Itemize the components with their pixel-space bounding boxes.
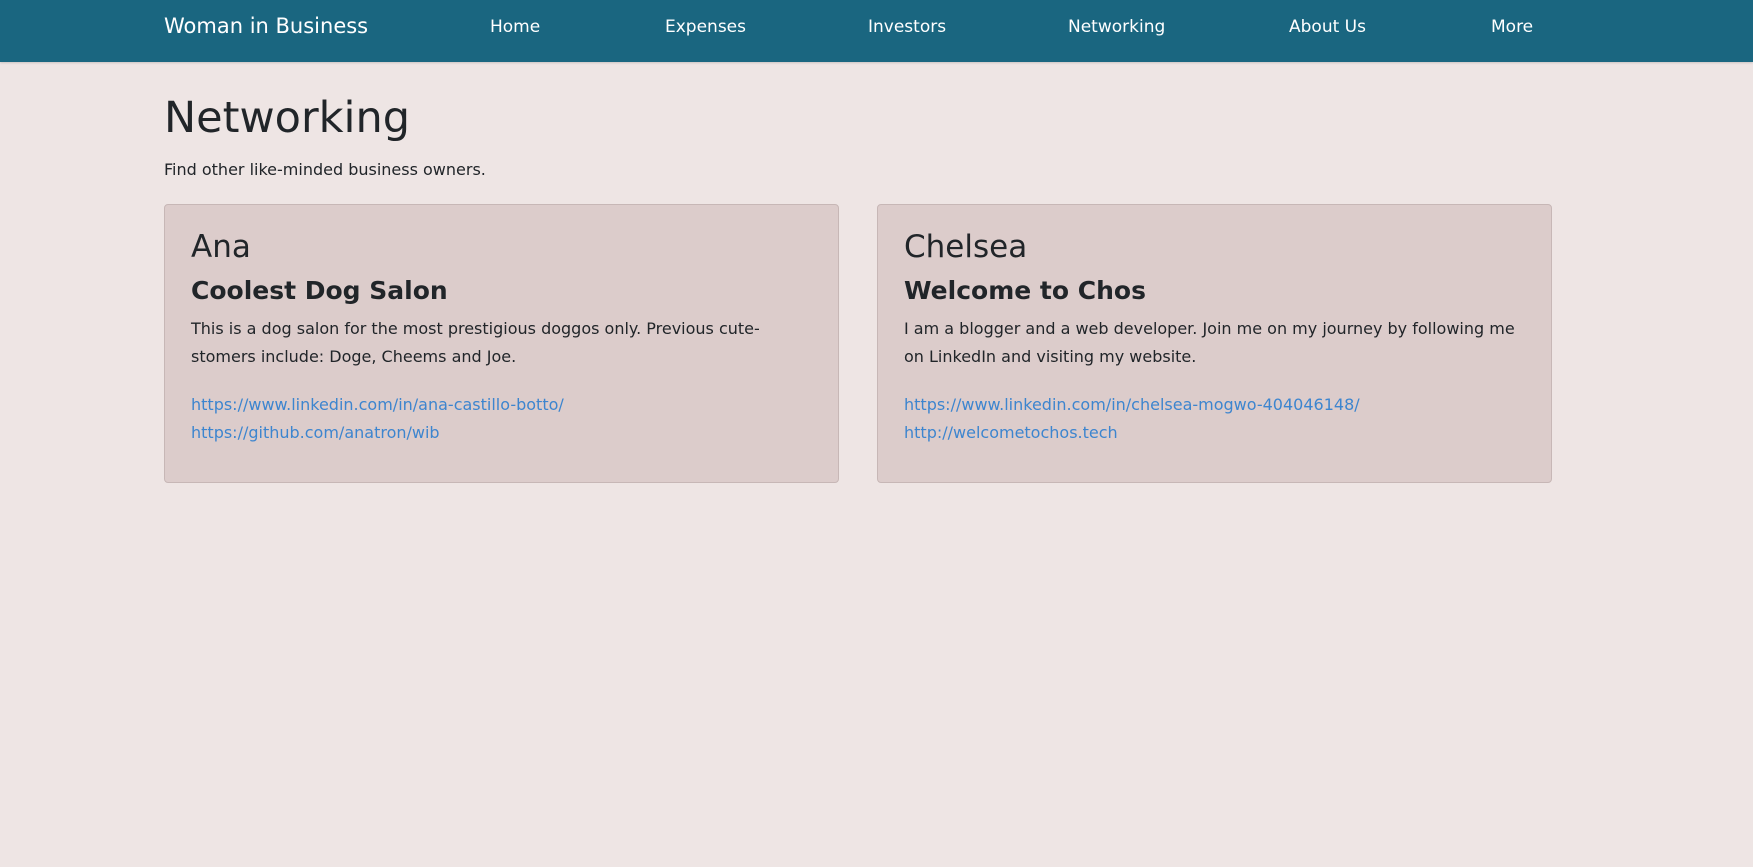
profile-card-chelsea: Chelsea Welcome to Chos I am a blogger a… (877, 204, 1552, 483)
page-subtitle: Find other like-minded business owners. (164, 160, 486, 179)
linkedin-link[interactable]: https://www.linkedin.com/in/ana-castillo… (191, 391, 812, 419)
nav-link-networking[interactable]: Networking (1068, 0, 1165, 54)
profile-card-ana: Ana Coolest Dog Salon This is a dog salo… (164, 204, 839, 483)
profile-links: https://www.linkedin.com/in/ana-castillo… (191, 391, 812, 447)
nav-link-home[interactable]: Home (490, 0, 540, 54)
profile-name: Chelsea (904, 229, 1028, 265)
brand-link[interactable]: Woman in Business (164, 0, 368, 52)
nav-link-investors[interactable]: Investors (868, 0, 946, 54)
page-title: Networking (164, 93, 411, 143)
profile-description: This is a dog salon for the most prestig… (191, 319, 760, 366)
nav-link-more[interactable]: More (1491, 0, 1533, 54)
top-navbar: Woman in Business Home Expenses Investor… (0, 0, 1753, 62)
website-link[interactable]: http://welcometochos.tech (904, 419, 1525, 447)
github-link[interactable]: https://github.com/anatron/wib (191, 419, 812, 447)
profile-name: Ana (191, 229, 251, 265)
profile-links: https://www.linkedin.com/in/chelsea-mogw… (904, 391, 1525, 447)
business-name: Welcome to Chos (904, 276, 1146, 305)
profile-description: I am a blogger and a web developer. Join… (904, 319, 1515, 366)
nav-link-about-us[interactable]: About Us (1289, 0, 1366, 54)
nav-link-expenses[interactable]: Expenses (665, 0, 746, 54)
linkedin-link[interactable]: https://www.linkedin.com/in/chelsea-mogw… (904, 391, 1525, 419)
business-name: Coolest Dog Salon (191, 276, 448, 305)
